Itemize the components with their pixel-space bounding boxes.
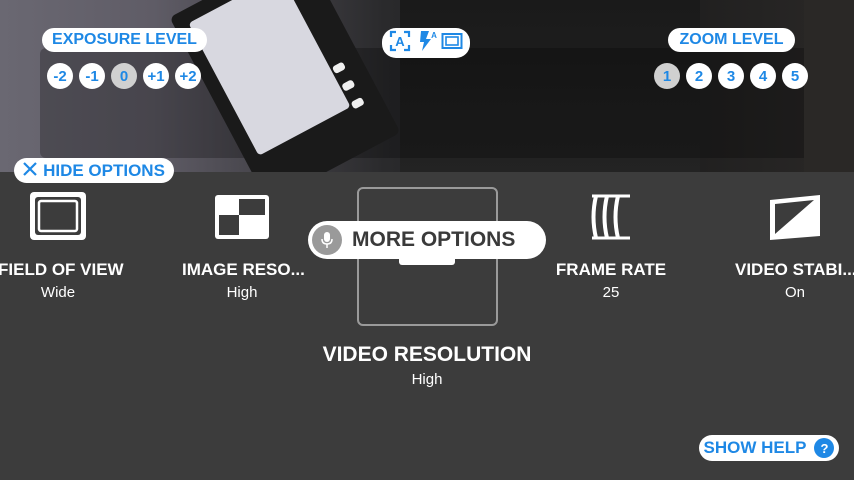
zoom-3[interactable]: 3 [718,63,744,89]
option-title: VIDEO STABI... [735,260,854,279]
camera-mode-toggles: A A [382,28,470,58]
more-options-label: MORE OPTIONS [352,228,516,251]
viewfinder-device-button [331,61,347,75]
exposure-plus-1[interactable]: +1 [143,63,169,89]
zoom-1[interactable]: 1 [654,63,680,89]
video-stabilization-icon[interactable] [766,192,824,249]
viewfinder-device-button [341,79,356,92]
hide-options-label: HIDE OPTIONS [43,160,165,180]
exposure-minus-1[interactable]: -1 [79,63,105,89]
show-help-label: SHOW HELP [703,438,807,457]
exposure-0[interactable]: 0 [111,63,137,89]
zoom-level-label: ZOOM LEVEL [668,28,795,52]
exposure-minus-2[interactable]: -2 [47,63,73,89]
frame-rate-icon[interactable] [588,192,634,247]
viewfinder-device-button [350,96,365,110]
viewfinder-edge [804,0,854,172]
image-resolution-icon[interactable] [214,194,270,245]
option-frame-rate[interactable]: FRAME RATE 25 [551,260,671,301]
option-value: Wide [40,284,76,301]
option-value: 25 [602,284,620,301]
microphone-icon [312,225,342,255]
option-title: FIELD OF VIEW [0,260,124,279]
zoom-2[interactable]: 2 [686,63,712,89]
option-video-resolution[interactable]: VIDEO RESOLUTION High [297,343,557,388]
option-field-of-view[interactable]: FIELD OF VIEW Wide [0,260,124,301]
aspect-ratio-icon[interactable] [441,30,463,57]
zoom-4[interactable]: 4 [750,63,776,89]
exposure-plus-2[interactable]: +2 [175,63,201,89]
hide-options-button[interactable]: HIDE OPTIONS [14,158,174,183]
svg-text:A: A [395,34,405,49]
option-title: IMAGE RESO... [182,260,305,279]
field-of-view-icon[interactable] [28,190,88,247]
show-help-button[interactable]: SHOW HELP ? [699,435,839,461]
option-title: FRAME RATE [555,260,667,279]
option-title: VIDEO RESOLUTION [322,343,532,366]
auto-focus-icon[interactable]: A [389,30,411,57]
exposure-level-label: EXPOSURE LEVEL [42,28,207,52]
zoom-5[interactable]: 5 [782,63,808,89]
option-value: On [784,284,805,301]
option-image-resolution[interactable]: IMAGE RESO... High [182,260,305,301]
option-video-stabilization[interactable]: VIDEO STABI... On [735,260,854,301]
svg-text:A: A [431,31,437,40]
flash-auto-icon[interactable]: A [415,30,437,57]
option-value: High [411,371,443,388]
option-value: High [226,284,258,301]
help-icon: ? [814,438,835,458]
close-icon [23,161,37,181]
more-options-button[interactable]: MORE OPTIONS [308,221,546,259]
